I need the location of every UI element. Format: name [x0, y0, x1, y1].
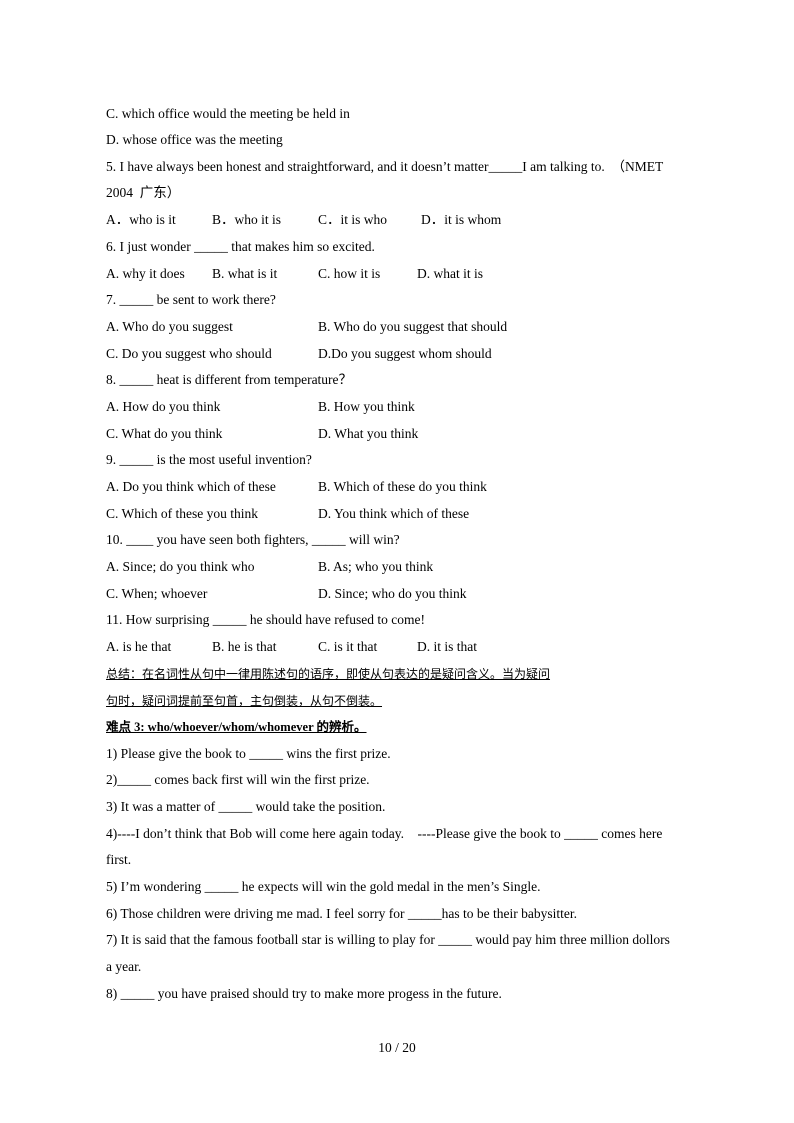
q10-option-d: D. Since; who do you think: [318, 586, 467, 601]
q7-option-b: B. Who do you suggest that should: [318, 319, 508, 334]
q8-option-b: B. How you think: [318, 399, 415, 414]
q10-option-c: C. When; whoever: [106, 586, 208, 601]
question-11: 11. How surprising _____ he should have …: [106, 612, 425, 627]
exercise-3: 3) It was a matter of _____ would take t…: [106, 799, 386, 814]
q11-option-d: D. it is that: [417, 639, 477, 654]
q11-option-c: C. is it that: [318, 639, 378, 654]
option-line: D. whose office was the meeting: [106, 132, 283, 147]
exercise-6: 6) Those children were driving me mad. I…: [106, 906, 577, 921]
question-9: 9. _____ is the most useful invention?: [106, 452, 312, 467]
q5-option-c: C．it is who: [318, 212, 388, 227]
exercise-4: 4)----I don’t think that Bob will come h…: [106, 826, 663, 841]
q7-option-c: C. Do you suggest who should: [106, 346, 272, 361]
q7-option-d: D.Do you suggest whom should: [318, 346, 492, 361]
question-5-source: 2004 广东）: [106, 185, 181, 200]
option-line: C. which office would the meeting be hel…: [106, 106, 350, 121]
page-number: 10 / 20: [378, 1040, 416, 1055]
exercise-5: 5) I’m wondering _____ he expects will w…: [106, 879, 541, 894]
question-6: 6. I just wonder _____ that makes him so…: [106, 239, 375, 254]
q11-option-b: B. he is that: [212, 639, 277, 654]
q8-option-c: C. What do you think: [106, 426, 223, 441]
q5-option-a: A．who is it: [106, 212, 176, 227]
q6-option-c: C. how it is: [318, 266, 381, 281]
exercise-7-cont: a year.: [106, 959, 142, 974]
summary-line-1: 总结：在名词性从句中一律用陈述句的语序，即使从句表达的是疑问含义。当为疑问: [106, 667, 551, 681]
q10-option-b: B. As; who you think: [318, 559, 434, 574]
q9-option-a: A. Do you think which of these: [106, 479, 276, 494]
q7-option-a: A. Who do you suggest: [106, 319, 233, 334]
question-7: 7. _____ be sent to work there?: [106, 292, 276, 307]
document-page: C. which office would the meeting be hel…: [0, 0, 794, 1123]
q8-option-a: A. How do you think: [106, 399, 221, 414]
exercise-8: 8) _____ you have praised should try to …: [106, 986, 502, 1001]
q5-option-b: B．who it is: [212, 212, 282, 227]
q9-option-d: D. You think which of these: [318, 506, 470, 521]
q10-option-a: A. Since; do you think who: [106, 559, 255, 574]
question-8: 8. _____ heat is different from temperat…: [106, 372, 353, 387]
exercise-2: 2)_____ comes back first will win the fi…: [106, 772, 370, 787]
q8-option-d: D. What you think: [318, 426, 419, 441]
question-5: 5. I have always been honest and straigh…: [106, 159, 664, 174]
q11-option-a: A. is he that: [106, 639, 172, 654]
q6-option-b: B. what is it: [212, 266, 278, 281]
section-heading: 难点 3: who/whoever/whom/whomever 的辨析。: [106, 720, 367, 734]
q9-option-c: C. Which of these you think: [106, 506, 258, 521]
q6-option-a: A. why it does: [106, 266, 185, 281]
q9-option-b: B. Which of these do you think: [318, 479, 487, 494]
exercise-4-cont: first.: [106, 852, 132, 867]
question-10: 10. ____ you have seen both fighters, __…: [106, 532, 400, 547]
summary-line-2: 句时，疑问词提前至句首，主句倒装，从句不倒装。: [106, 694, 383, 708]
exercise-1: 1) Please give the book to _____ wins th…: [106, 746, 391, 761]
q5-option-d: D．it is whom: [421, 212, 502, 227]
exercise-7: 7) It is said that the famous football s…: [106, 932, 670, 947]
q6-option-d: D. what it is: [417, 266, 483, 281]
